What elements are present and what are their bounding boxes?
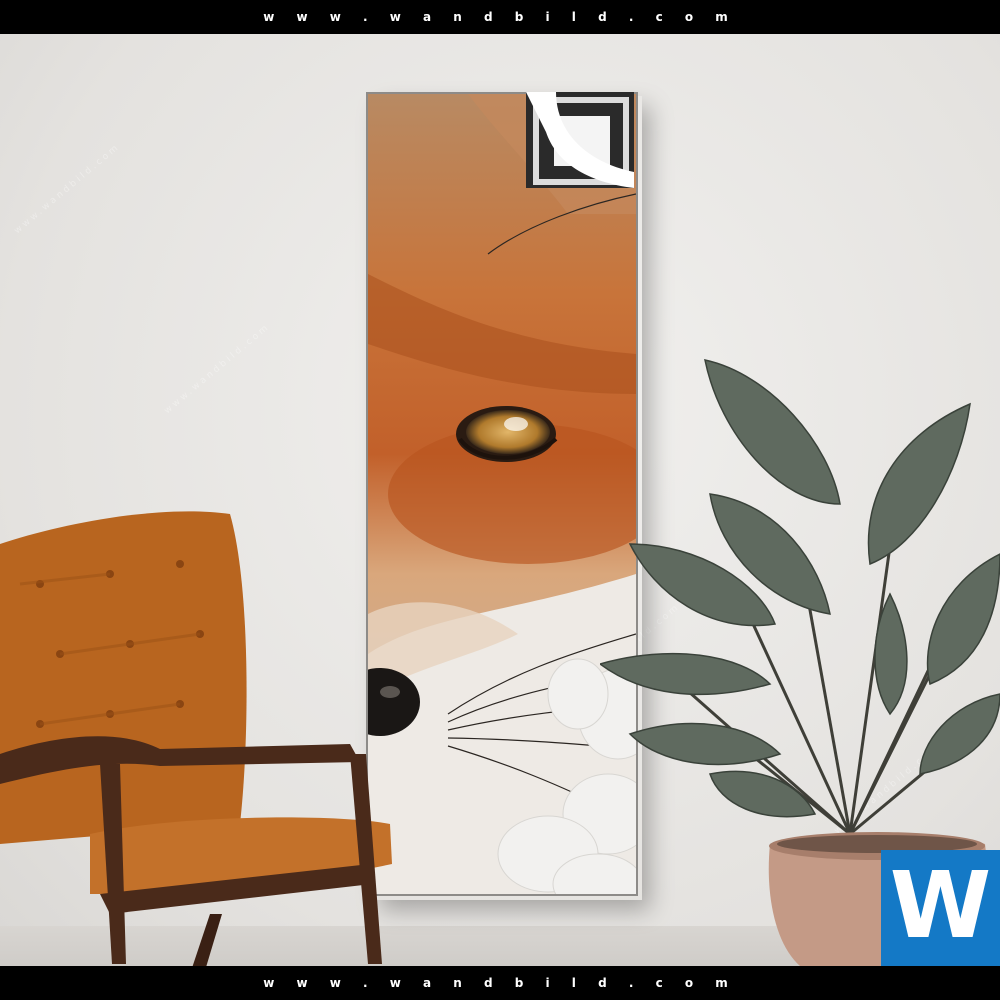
footer-bar: w w w . w a n d b i l d . c o m — [0, 966, 1000, 1000]
armchair — [0, 511, 392, 974]
fox-artwork — [368, 94, 636, 894]
header-site-url[interactable]: w w w . w a n d b i l d . c o m — [263, 10, 737, 24]
logo-letter: W — [889, 852, 992, 959]
footer-site-url[interactable]: w w w . w a n d b i l d . c o m — [263, 976, 737, 990]
header-bar: w w w . w a n d b i l d . c o m — [0, 0, 1000, 34]
wandbild-logo[interactable]: W — [881, 850, 1000, 966]
peeled-corner — [526, 92, 634, 188]
room-scene: www.wandbild.com www.wandbild.com www.wa… — [0, 34, 1000, 974]
fox-poster[interactable] — [366, 92, 638, 896]
